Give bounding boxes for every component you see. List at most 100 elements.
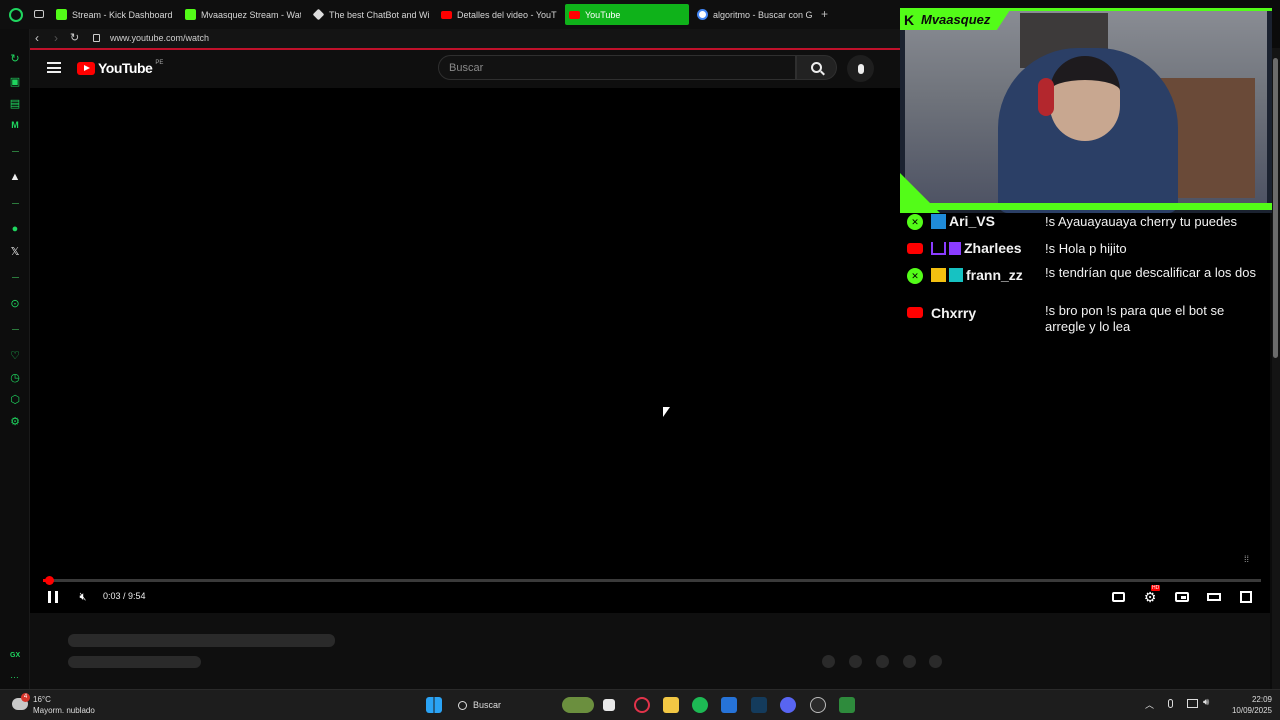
weather-temp: 16°C — [33, 695, 51, 704]
messenger-icon[interactable]: M — [8, 118, 22, 132]
badge-icon — [931, 213, 946, 229]
fullscreen-icon — [1240, 591, 1252, 603]
controller-icon[interactable]: ▣ — [8, 74, 22, 88]
audio-wave-icon: ⁞⁞ — [1244, 554, 1250, 564]
scrollbar-thumb[interactable] — [1273, 58, 1278, 358]
opera-gx-icon[interactable] — [634, 697, 650, 713]
channel-skeleton — [68, 656, 201, 668]
app-icon[interactable] — [839, 697, 855, 713]
taskbar-search[interactable]: Buscar — [452, 695, 562, 715]
search-button[interactable] — [796, 55, 837, 80]
subtitles-button[interactable] — [1109, 588, 1127, 606]
tab-youtube[interactable]: YouTube — [565, 4, 689, 25]
hd-badge: HD — [1151, 585, 1161, 591]
badge-icon — [949, 241, 961, 255]
volume-icon[interactable]: 🔊︎ — [1203, 697, 1209, 708]
tab-kick-dashboard[interactable]: Stream - Kick Dashboard — [52, 4, 176, 25]
url-field[interactable]: www.youtube.com/watch — [110, 33, 209, 43]
whatsapp-icon[interactable]: ● — [8, 222, 22, 236]
hamburger-menu-icon[interactable] — [47, 62, 61, 73]
progress-bar[interactable] — [43, 576, 1261, 585]
stream-chat-overlay: ✕ Ari_VS !s Ayauayauaya cherry tu puedes… — [900, 210, 1272, 350]
pause-icon — [48, 591, 58, 603]
network-icon[interactable] — [1187, 699, 1198, 708]
search-icon — [811, 62, 825, 76]
tab-google-search[interactable]: algoritmo - Buscar con G — [693, 4, 813, 25]
streamer-name-tag: K Mvaasquez — [900, 10, 1020, 30]
browser-sidebar: ↻ ▣ ▤ M ▲ ● 𝕏 ⊙ ♡ ◷ ⬡ ⚙ GX … — [0, 29, 30, 689]
clock-time: 22:09 — [1251, 695, 1272, 704]
chat-text: !s bro pon !s para que el bot se arregle… — [1045, 303, 1225, 334]
new-tab-button[interactable]: + — [821, 8, 828, 20]
action-skeleton — [929, 655, 942, 668]
page-scrollbar[interactable] — [1272, 48, 1280, 689]
windows-start-icon[interactable] — [426, 697, 442, 713]
region-code: PE — [155, 60, 164, 66]
pause-button[interactable] — [44, 588, 62, 606]
progress-scrubber[interactable] — [45, 576, 55, 585]
search-input[interactable] — [439, 56, 795, 79]
badge-icon — [949, 268, 963, 282]
microphone-icon — [857, 63, 864, 74]
tab-label: The best ChatBot and Wi — [329, 9, 429, 20]
miniplayer-button[interactable] — [1173, 588, 1191, 606]
tab-workspace-icon[interactable] — [34, 10, 44, 18]
player-icon[interactable]: ⊙ — [8, 296, 22, 310]
taskbar-clock[interactable]: 22:09 10/09/2025 — [1232, 694, 1272, 716]
obs-icon[interactable] — [810, 697, 826, 713]
back-icon[interactable]: ‹ — [35, 31, 39, 45]
opera-gx-logo-icon[interactable] — [9, 8, 23, 22]
action-skeleton — [849, 655, 862, 668]
spotify-icon[interactable] — [692, 697, 708, 713]
kick-corner-bottom — [900, 203, 1272, 210]
tray-chevron-icon[interactable]: ︿ — [1145, 698, 1154, 711]
refresh-icon[interactable]: ↻ — [8, 51, 22, 65]
voice-search-button[interactable] — [847, 55, 874, 82]
fullscreen-button[interactable] — [1237, 588, 1255, 606]
tab-label: Stream - Kick Dashboard — [72, 9, 173, 20]
more-icon[interactable]: … — [10, 670, 19, 680]
youtube-logo[interactable]: YouTube PE — [77, 60, 163, 76]
file-explorer-icon[interactable] — [663, 697, 679, 713]
action-skeleton — [903, 655, 916, 668]
terminal-icon[interactable] — [751, 697, 767, 713]
weather-badge: 4 — [21, 693, 30, 702]
chat-text: !s tendrían que descalificar a los dos — [1045, 265, 1257, 280]
mute-button[interactable]: 🔇︎ — [74, 588, 92, 606]
chat-username: frann_zz — [931, 267, 1023, 283]
discord-icon[interactable] — [780, 697, 796, 713]
youtube-play-icon — [77, 61, 95, 75]
weather-widget[interactable]: 16°C Mayorm. nublado — [33, 694, 95, 716]
tab-kick-stream[interactable]: Mvaasquez Stream - Wat — [181, 4, 301, 25]
kick-icon: ✕ — [907, 268, 923, 284]
microphone-icon[interactable] — [1168, 699, 1173, 708]
forward-icon[interactable]: › — [54, 31, 58, 45]
crown-badge-icon — [931, 268, 946, 282]
twitch-icon[interactable]: ▤ — [8, 96, 22, 110]
history-icon[interactable]: ◷ — [8, 370, 22, 384]
kick-icon: ✕ — [907, 214, 923, 230]
store-icon[interactable] — [721, 697, 737, 713]
search-highlight-icon — [562, 697, 594, 713]
gx-label[interactable]: GX — [10, 652, 20, 659]
chat-username: Zharlees — [931, 240, 1022, 256]
settings-icon[interactable]: ⚙ — [8, 414, 22, 428]
task-view-icon[interactable] — [603, 699, 615, 711]
tab-chatbot[interactable]: The best ChatBot and Wi — [309, 4, 429, 25]
apex-icon[interactable]: ▲ — [8, 170, 22, 184]
title-skeleton — [68, 634, 335, 647]
weather-desc: Mayorm. nublado — [33, 706, 95, 715]
extensions-icon[interactable]: ⬡ — [8, 392, 22, 406]
heart-icon[interactable]: ♡ — [8, 348, 22, 362]
mouse-cursor-icon — [663, 407, 670, 417]
youtube-header: YouTube PE — [30, 50, 900, 88]
windows-taskbar: 4 16°C Mayorm. nublado Buscar ︿ 🔊︎ 22:09… — [0, 689, 1280, 720]
reload-icon[interactable]: ↻ — [70, 31, 79, 44]
settings-button[interactable]: ⚙ HD — [1141, 585, 1161, 606]
youtube-logo-text: YouTube — [98, 60, 153, 76]
kick-icon — [185, 9, 196, 20]
x-icon[interactable]: 𝕏 — [8, 244, 22, 258]
browser-tab-strip: Stream - Kick Dashboard Mvaasquez Stream… — [0, 0, 900, 29]
tab-youtube-studio[interactable]: Detalles del video - YouT — [437, 4, 557, 25]
theater-mode-button[interactable] — [1205, 588, 1223, 606]
